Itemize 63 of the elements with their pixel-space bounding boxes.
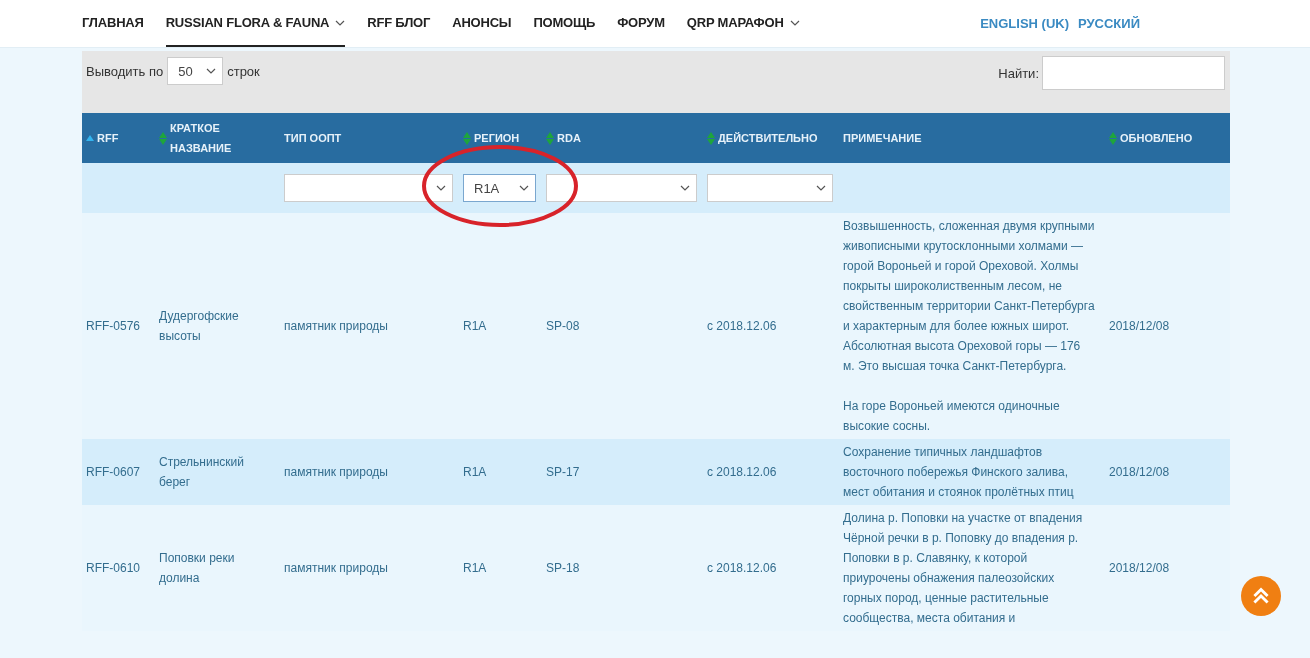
sort-arrows-icon	[1109, 131, 1117, 145]
note-text: На горе Вороньей имеются одиночные высокие сосны.	[843, 398, 1061, 435]
nav-link[interactable]: ГЛАВНАЯ	[82, 0, 144, 47]
table-cell-text: с 2018.12.06	[707, 318, 777, 335]
table-cell-text: 2018/12/08	[1109, 318, 1170, 335]
nav-link[interactable]: RFF БЛОГ	[367, 0, 431, 47]
nav-link[interactable]: QRP МАРАФОН	[686, 0, 800, 47]
column-header[interactable]: РЕГИОН	[459, 113, 542, 163]
table-cell-text: Стрельнинский берег	[159, 454, 245, 491]
language-link[interactable]: ENGLISH (UK)	[980, 16, 1069, 31]
nav-link[interactable]: ПОМОЩЬ	[533, 0, 596, 47]
sort-arrows-icon	[546, 131, 554, 145]
table-cell-text: RFF-0607	[86, 464, 141, 481]
chevron-down-icon	[436, 185, 446, 191]
length-label: строк	[227, 63, 260, 79]
filter-select[interactable]	[546, 174, 697, 202]
column-header[interactable]: ТИП ООПТ	[280, 113, 459, 163]
chevron-down-icon	[680, 185, 690, 191]
table-cell-text: RFF-0610	[86, 560, 141, 577]
table-cell-text: SP-17	[546, 464, 580, 481]
language-link[interactable]: РУССКИЙ	[1078, 16, 1140, 31]
sort-arrows-icon	[159, 131, 167, 145]
note-text: Возвышенность, сложенная двумя крупными живописными крутосклонными холмами — горой Вороньей и горой Ореховой. Холмы покрыты широколиственным лесом, не свойственным территории Санкт-Петербурга и характерным для более южных широт. Абсолютная высота Ореховой горы — 176 м. Это высшая точка Санкт-Петербурга.	[843, 218, 1095, 375]
table-cell-text: с 2018.12.06	[707, 560, 777, 577]
column-header[interactable]: ДЕЙСТВИТЕЛЬНО	[703, 113, 839, 163]
chevron-down-icon	[816, 185, 826, 191]
table-cell-text: SP-08	[546, 318, 580, 335]
note-text: Долина р. Поповки на участке от впадения Чёрной речки в р. Поповку до впадения р. Поповки в р. Славянку, к которой приурочены обнажения палеозойских горных пород, ценные растительные сообщества, места обитания и	[843, 510, 1084, 627]
table-cell-text: с 2018.12.06	[707, 464, 777, 481]
table-cell-text: 2018/12/08	[1109, 464, 1170, 481]
search-label: Найти:	[998, 65, 1039, 81]
table-cell-text: памятник природы	[284, 464, 388, 481]
scroll-to-top-button[interactable]	[1241, 576, 1281, 616]
table-cell-text: R1A	[463, 318, 487, 335]
table-cell-text: памятник природы	[284, 318, 388, 335]
length-label: Выводить по	[86, 63, 164, 79]
double-chevron-up-icon	[1250, 585, 1272, 607]
column-header[interactable]: RDA	[542, 113, 703, 163]
table-cell-text: 2018/12/08	[1109, 560, 1170, 577]
table-cell-text: памятник природы	[284, 560, 388, 577]
table-cell-text: SP-18	[546, 560, 580, 577]
chevron-down-icon	[519, 185, 529, 191]
nav-link[interactable]: АНОНСЫ	[452, 0, 512, 47]
filter-select[interactable]	[284, 174, 453, 202]
rows-per-page-select[interactable]: 50	[167, 57, 224, 85]
table-cell-text: Дудергофские высоты	[159, 308, 240, 345]
nav-link[interactable]: RUSSIAN FLORA & FAUNA	[165, 0, 346, 47]
sort-arrows-icon	[463, 131, 471, 145]
column-header[interactable]: КРАТКОЕ НАЗВАНИЕ	[155, 113, 280, 163]
nav-link[interactable]: ФОРУМ	[617, 0, 665, 47]
sort-ascending-icon	[86, 135, 94, 141]
search-field[interactable]	[1042, 56, 1225, 90]
note-text: Сохранение типичных ландшафтов восточного побережья Финского залива, мест обитания и стоянок пролётных птиц	[843, 444, 1075, 501]
table-cell-text: Поповки реки долина	[159, 550, 236, 587]
column-header[interactable]: RFF	[82, 113, 155, 163]
table-cell-text: RFF-0576	[86, 318, 141, 335]
filter-select[interactable]: R1A	[463, 174, 536, 202]
chevron-down-icon	[206, 68, 217, 74]
table-cell-text: R1A	[463, 560, 487, 577]
sort-arrows-icon	[707, 131, 715, 145]
table-cell-text: R1A	[463, 464, 487, 481]
column-header[interactable]: ОБНОВЛЕНО	[1105, 113, 1230, 163]
column-header[interactable]: ПРИМЕЧАНИЕ	[839, 113, 1105, 163]
